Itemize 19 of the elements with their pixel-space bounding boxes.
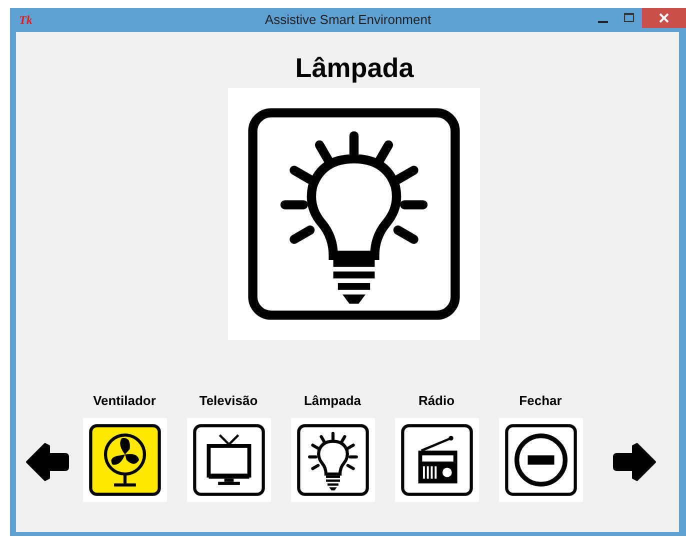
app-logo: Tk [19,12,32,28]
device-label: Ventilador [93,393,156,409]
close-button[interactable] [642,8,686,28]
device-label: Rádio [418,393,455,409]
arrow-right-icon[interactable] [612,440,656,484]
device-label: Fechar [519,393,562,409]
device-button[interactable] [498,418,582,502]
device-label: Televisão [199,393,258,409]
device-button[interactable] [290,418,374,502]
minimize-icon [598,21,608,23]
device-label: Lâmpada [304,393,362,409]
close-icon [659,13,669,23]
window-title: Assistive Smart Environment [264,12,432,27]
device-title: Lâmpada [295,52,414,84]
device-button[interactable] [394,418,478,502]
device-button[interactable] [82,418,166,502]
arrow-left-icon[interactable] [24,440,68,484]
maximize-icon [623,13,635,23]
device-button[interactable] [186,418,270,502]
